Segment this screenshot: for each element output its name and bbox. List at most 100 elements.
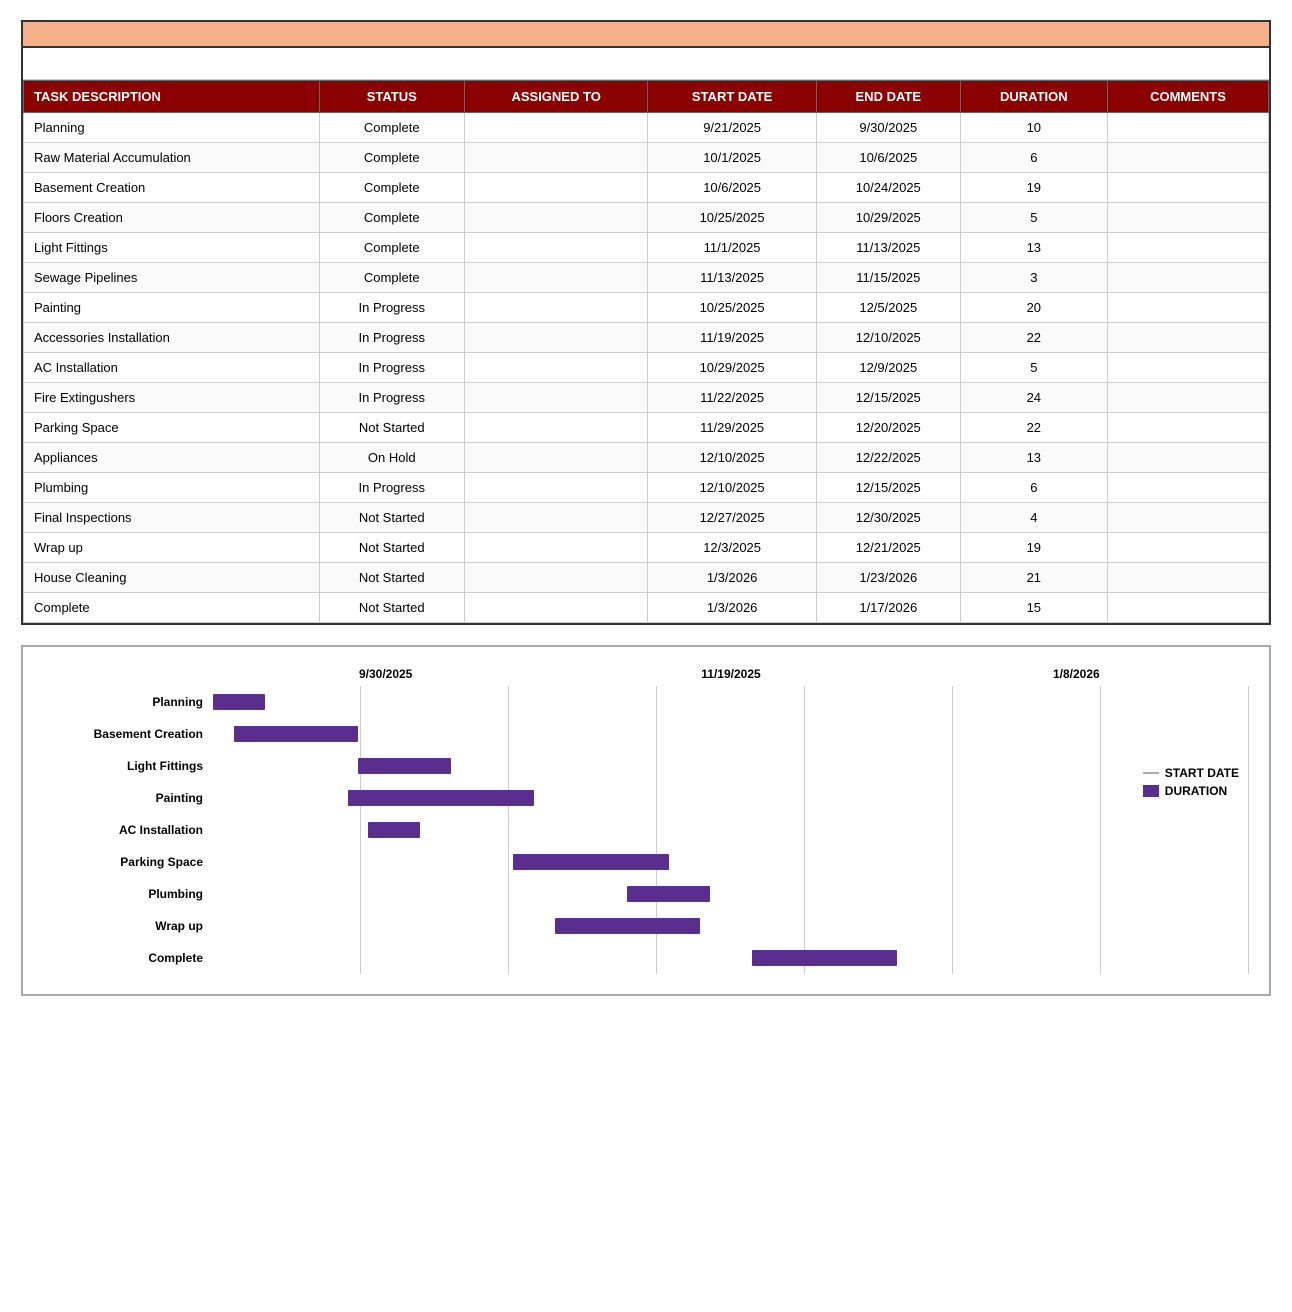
gantt-bar	[513, 854, 668, 870]
task-comments	[1107, 533, 1268, 563]
task-duration: 4	[960, 503, 1107, 533]
task-end: 12/22/2025	[816, 443, 960, 473]
task-name: Wrap up	[24, 533, 320, 563]
task-assigned	[464, 503, 647, 533]
gantt-row	[213, 910, 1249, 942]
task-name: Basement Creation	[24, 173, 320, 203]
task-duration: 13	[960, 443, 1107, 473]
task-start: 12/10/2025	[648, 443, 817, 473]
task-end: 11/13/2025	[816, 233, 960, 263]
table-row: AC Installation In Progress 10/29/2025 1…	[24, 353, 1269, 383]
table-row: Sewage Pipelines Complete 11/13/2025 11/…	[24, 263, 1269, 293]
task-start: 10/25/2025	[648, 293, 817, 323]
task-assigned	[464, 383, 647, 413]
task-duration: 15	[960, 593, 1107, 623]
task-duration: 19	[960, 173, 1107, 203]
col-end: END DATE	[816, 81, 960, 113]
task-status: Not Started	[319, 413, 464, 443]
task-duration: 13	[960, 233, 1107, 263]
task-name: Sewage Pipelines	[24, 263, 320, 293]
gantt-row	[213, 782, 1249, 814]
task-status: Not Started	[319, 533, 464, 563]
table-row: Plumbing In Progress 12/10/2025 12/15/20…	[24, 473, 1269, 503]
gantt-row	[213, 814, 1249, 846]
task-start: 10/6/2025	[648, 173, 817, 203]
gantt-date-label: 9/30/2025	[213, 667, 558, 681]
task-status: In Progress	[319, 353, 464, 383]
col-duration: DURATION	[960, 81, 1107, 113]
task-name: Light Fittings	[24, 233, 320, 263]
gantt-row	[213, 942, 1249, 974]
gantt-row	[213, 878, 1249, 910]
task-end: 10/29/2025	[816, 203, 960, 233]
task-comments	[1107, 443, 1268, 473]
table-row: Light Fittings Complete 11/1/2025 11/13/…	[24, 233, 1269, 263]
task-status: In Progress	[319, 473, 464, 503]
task-assigned	[464, 593, 647, 623]
gantt-header: 9/30/202511/19/20251/8/2026	[213, 667, 1249, 681]
task-comments	[1107, 113, 1268, 143]
task-assigned	[464, 203, 647, 233]
task-assigned	[464, 353, 647, 383]
table-row: Basement Creation Complete 10/6/2025 10/…	[24, 173, 1269, 203]
schedule-table-container: TASK DESCRIPTION STATUS ASSIGNED TO STAR…	[21, 20, 1271, 625]
gantt-bar	[348, 790, 534, 806]
task-end: 12/15/2025	[816, 383, 960, 413]
task-start: 11/29/2025	[648, 413, 817, 443]
task-status: Not Started	[319, 563, 464, 593]
task-duration: 5	[960, 203, 1107, 233]
task-assigned	[464, 323, 647, 353]
task-assigned	[464, 563, 647, 593]
task-name: House Cleaning	[24, 563, 320, 593]
task-name: Painting	[24, 293, 320, 323]
task-name: Accessories Installation	[24, 323, 320, 353]
gantt-row	[213, 718, 1249, 750]
task-duration: 5	[960, 353, 1107, 383]
task-assigned	[464, 443, 647, 473]
task-start: 11/1/2025	[648, 233, 817, 263]
task-duration: 22	[960, 323, 1107, 353]
task-assigned	[464, 263, 647, 293]
task-start: 11/22/2025	[648, 383, 817, 413]
task-assigned	[464, 173, 647, 203]
task-end: 12/10/2025	[816, 323, 960, 353]
gantt-rows	[213, 686, 1249, 974]
gantt-task-label: Planning	[43, 686, 213, 718]
gantt-task-label: AC Installation	[43, 814, 213, 846]
task-assigned	[464, 113, 647, 143]
main-container: TASK DESCRIPTION STATUS ASSIGNED TO STAR…	[21, 20, 1271, 996]
title-row	[23, 22, 1269, 48]
task-assigned	[464, 473, 647, 503]
gantt-body: PlanningBasement CreationLight Fittings P…	[43, 686, 1249, 974]
task-end: 12/15/2025	[816, 473, 960, 503]
task-comments	[1107, 563, 1268, 593]
task-comments	[1107, 263, 1268, 293]
table-row: Appliances On Hold 12/10/2025 12/22/2025…	[24, 443, 1269, 473]
task-comments	[1107, 473, 1268, 503]
table-row: Accessories Installation In Progress 11/…	[24, 323, 1269, 353]
gantt-chart-area: START DATE DURATION	[213, 686, 1249, 974]
gantt-task-label: Plumbing	[43, 878, 213, 910]
meta-info	[23, 48, 1269, 80]
task-start: 12/27/2025	[648, 503, 817, 533]
schedule-grid: TASK DESCRIPTION STATUS ASSIGNED TO STAR…	[23, 80, 1269, 623]
gantt-row	[213, 846, 1249, 878]
task-end: 12/21/2025	[816, 533, 960, 563]
task-end: 12/5/2025	[816, 293, 960, 323]
task-end: 11/15/2025	[816, 263, 960, 293]
task-comments	[1107, 413, 1268, 443]
task-assigned	[464, 293, 647, 323]
task-name: Complete	[24, 593, 320, 623]
task-duration: 6	[960, 473, 1107, 503]
table-row: Wrap up Not Started 12/3/2025 12/21/2025…	[24, 533, 1269, 563]
task-name: Planning	[24, 113, 320, 143]
gantt-bar	[213, 694, 265, 710]
gantt-task-label: Basement Creation	[43, 718, 213, 750]
gantt-task-label: Complete	[43, 942, 213, 974]
gantt-task-label: Light Fittings	[43, 750, 213, 782]
task-assigned	[464, 233, 647, 263]
task-status: In Progress	[319, 383, 464, 413]
table-body: Planning Complete 9/21/2025 9/30/2025 10…	[24, 113, 1269, 623]
task-name: AC Installation	[24, 353, 320, 383]
task-comments	[1107, 323, 1268, 353]
